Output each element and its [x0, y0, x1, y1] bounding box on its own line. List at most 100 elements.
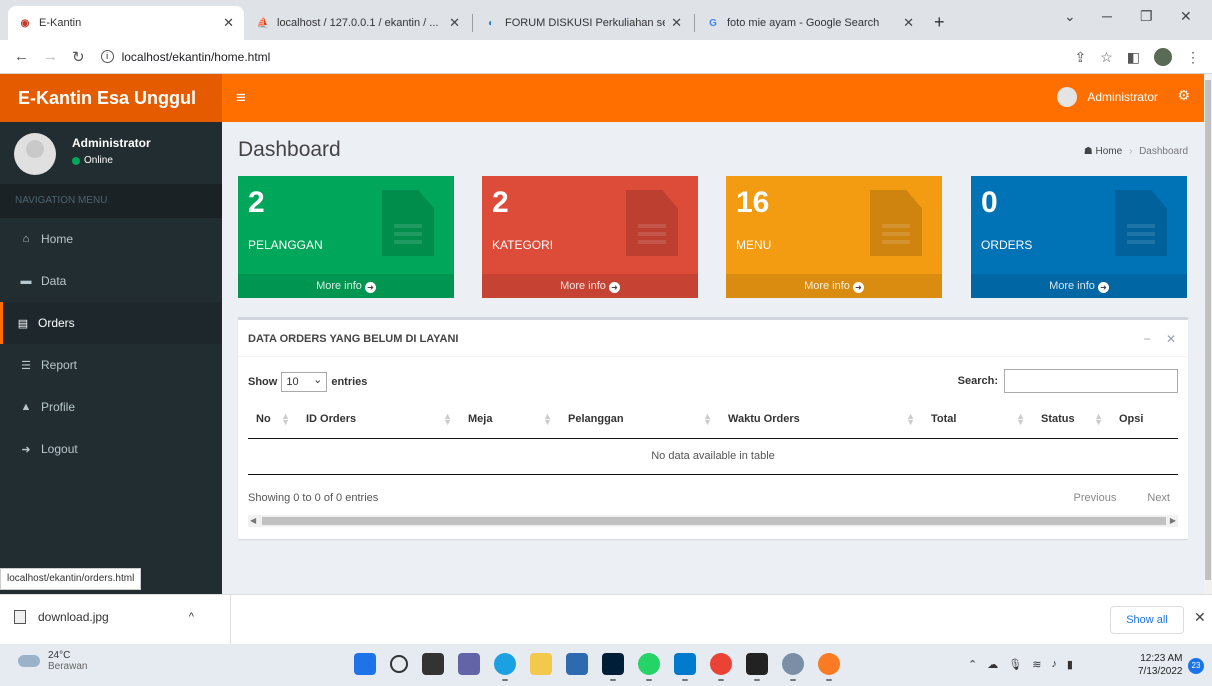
collapse-icon[interactable]: − [1144, 332, 1151, 346]
stat-label: PELANGGAN [248, 238, 323, 252]
entries-select[interactable]: 10 [281, 371, 328, 392]
more-info-link[interactable]: More info ➜ [971, 274, 1187, 298]
sidebar-item-report[interactable]: ☰ Report [0, 344, 222, 386]
task-view-icon[interactable] [422, 653, 444, 675]
back-arrow-icon[interactable]: ← [14, 48, 29, 65]
browser-tab-phpmyadmin[interactable]: ⛵ localhost / 127.0.0.1 / ekantin / ... … [246, 6, 470, 40]
new-tab-icon[interactable]: + [934, 12, 945, 33]
window-close-icon[interactable]: ✕ [1180, 8, 1192, 25]
share-icon[interactable]: ⇪ [1074, 49, 1086, 66]
sidepanel-icon[interactable]: ◧ [1127, 49, 1140, 66]
clock[interactable]: 12:23 AM 7/13/2022 [1138, 652, 1183, 678]
scroll-right-icon[interactable]: ▶ [1170, 515, 1176, 527]
close-download-bar-icon[interactable]: ✕ [1194, 609, 1206, 626]
sidebar-item-logout[interactable]: ➜ Logout [0, 428, 222, 470]
tray-chevron-icon[interactable]: ⌃ [968, 658, 977, 671]
tab-search-chevron-icon[interactable]: ⌄ [1064, 8, 1076, 25]
sidebar-item-orders[interactable]: ▤ Orders [0, 302, 222, 344]
column-header[interactable]: Total ▲ ▼ [923, 400, 1033, 439]
forward-arrow-icon[interactable]: → [43, 48, 58, 65]
download-bar: download.jpg ^ Show all ✕ [0, 594, 1212, 645]
close-tab-icon[interactable]: ✕ [903, 15, 914, 31]
sidebar-item-home[interactable]: ⌂ Home [0, 218, 222, 260]
column-header[interactable]: Opsi [1111, 400, 1178, 439]
profile-avatar-icon[interactable] [1154, 48, 1172, 66]
maximize-icon[interactable]: ❐ [1140, 8, 1153, 25]
scroll-left-icon[interactable]: ◀ [250, 515, 256, 527]
onedrive-icon[interactable]: ☁ [987, 658, 998, 671]
column-header[interactable]: Meja ▲ ▼ [460, 400, 560, 439]
battery-icon[interactable]: ▮ [1067, 658, 1073, 671]
horizontal-scrollbar[interactable]: ◀ ▶ [248, 515, 1178, 527]
windows-taskbar: 24°C Berawan ⌃ ☁ 🎙 ≋ ♪ ▮ 12:23 AM 7/13/2… [0, 644, 1212, 686]
reload-icon[interactable]: ↻ [72, 48, 85, 66]
download-item[interactable]: download.jpg ^ [14, 610, 194, 624]
navbar-user-menu[interactable]: Administrator [1057, 87, 1158, 107]
scrollbar-thumb[interactable] [262, 517, 1166, 525]
cloud-icon [18, 655, 40, 667]
search-icon[interactable] [390, 655, 408, 673]
browser-menu-icon[interactable]: ⋮ [1186, 49, 1200, 66]
tab-separator [694, 14, 695, 32]
box-tools: − ✕ [1132, 332, 1176, 346]
browser-tab-forum[interactable]: ◐ FORUM DISKUSI Perkuliahan se... ✕ [474, 6, 692, 40]
browser-tab-ekantin[interactable]: ◉ E-Kantin ✕ [8, 6, 244, 40]
page-scrollbar[interactable] [1204, 74, 1212, 594]
bookmark-star-icon[interactable]: ☆ [1100, 49, 1113, 66]
more-info-link[interactable]: More info ➜ [238, 274, 454, 298]
breadcrumb-separator: › [1128, 146, 1133, 157]
column-header[interactable]: No ▲ ▼ [248, 400, 298, 439]
show-all-button[interactable]: Show all [1110, 606, 1184, 634]
sidebar: Administrator Online NAVIGATION MENU ⌂ H… [0, 122, 222, 594]
settings-gear-icon[interactable] [782, 653, 804, 681]
chevron-up-icon[interactable]: ^ [189, 611, 194, 623]
minimize-icon[interactable]: ─ [1102, 8, 1112, 24]
close-tab-icon[interactable]: ✕ [449, 15, 460, 31]
browser-tab-google[interactable]: G foto mie ayam - Google Search ✕ [696, 6, 924, 40]
notification-badge[interactable]: 23 [1188, 658, 1204, 674]
arrow-circle-right-icon: ➜ [852, 282, 864, 293]
gears-icon[interactable]: ⚙ [1177, 87, 1190, 104]
teams-chat-icon[interactable] [458, 653, 480, 675]
scrollbar-thumb[interactable] [1205, 80, 1211, 580]
edge-browser-icon[interactable] [494, 653, 516, 681]
chrome-icon[interactable] [710, 653, 732, 681]
app-logo[interactable]: E-Kantin Esa Unggul [0, 74, 222, 122]
breadcrumb-home[interactable]: Home [1095, 146, 1122, 157]
top-navbar: ≡ Administrator ⚙ [222, 74, 1204, 122]
sidebar-item-data[interactable]: ▬ Data [0, 260, 222, 302]
previous-button[interactable]: Previous [1074, 492, 1117, 504]
terminal-icon[interactable] [746, 653, 768, 681]
xampp-icon[interactable] [818, 653, 840, 681]
stat-value: 2 [248, 186, 265, 219]
column-header[interactable]: Waktu Orders ▲ ▼ [720, 400, 923, 439]
sidebar-item-profile[interactable]: ▲ Profile [0, 386, 222, 428]
weather-widget[interactable]: 24°C Berawan [18, 650, 87, 672]
more-info-link[interactable]: More info ➜ [726, 274, 942, 298]
file-explorer-icon[interactable] [530, 653, 552, 675]
sort-icon: ▲ ▼ [1016, 411, 1025, 427]
whatsapp-icon[interactable] [638, 653, 660, 681]
sort-icon: ▲ ▼ [443, 411, 452, 427]
wifi-icon[interactable]: ≋ [1032, 658, 1041, 671]
microphone-icon[interactable]: 🎙 [1008, 658, 1022, 671]
url-field[interactable]: i localhost/ekantin/home.html [100, 50, 270, 64]
site-info-icon[interactable]: i [100, 50, 114, 63]
column-header[interactable]: Status ▲ ▼ [1033, 400, 1111, 439]
remove-icon[interactable]: ✕ [1166, 332, 1176, 346]
more-info-link[interactable]: More info ➜ [482, 274, 698, 298]
table-info: Showing 0 to 0 of 0 entries [248, 492, 379, 504]
column-header[interactable]: ID Orders ▲ ▼ [298, 400, 460, 439]
next-button[interactable]: Next [1147, 492, 1170, 504]
column-header[interactable]: Pelanggan ▲ ▼ [560, 400, 720, 439]
sidebar-toggle-icon[interactable]: ≡ [236, 88, 246, 108]
vscode-icon[interactable] [674, 653, 696, 681]
close-tab-icon[interactable]: ✕ [671, 15, 682, 31]
photoshop-icon[interactable] [602, 653, 624, 681]
windows-start-icon[interactable] [354, 653, 376, 675]
close-tab-icon[interactable]: ✕ [223, 15, 234, 31]
volume-icon[interactable]: ♪ [1051, 658, 1057, 671]
mail-icon[interactable] [566, 653, 588, 675]
search-input[interactable] [1004, 369, 1178, 393]
arrow-circle-right-icon: ➜ [364, 282, 376, 293]
